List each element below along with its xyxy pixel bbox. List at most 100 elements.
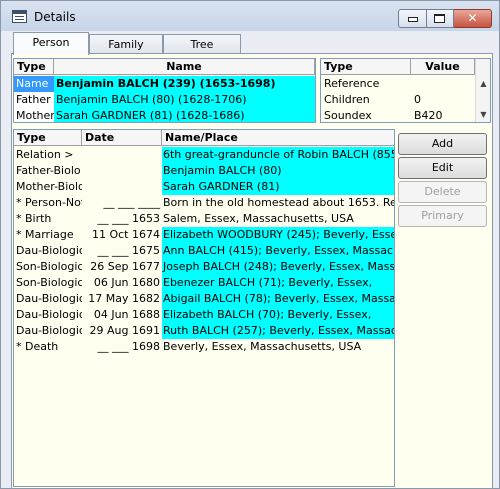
event-name-place: Joseph BALCH (248); Beverly, Essex, Mass… (162, 259, 394, 275)
column-header-type[interactable]: Type (321, 59, 411, 74)
event-row[interactable]: Dau-Biologic 29 Aug 1691 Ruth BALCH (257);… (14, 323, 394, 339)
relationship-name: Benjamin BALCH (80) (1628-1706) (54, 92, 315, 108)
event-date: __ ___ 1653 (97, 212, 161, 225)
tab-family[interactable]: Family (89, 34, 163, 55)
event-name-place: Ann BALCH (415); Beverly, Essex, Massach… (162, 243, 394, 259)
event-row[interactable]: Son-Biologic 06 Jun 1680 Ebenezer BALCH (7… (14, 275, 394, 291)
event-name-place: Beverly, Essex, Massachusetts, USA (163, 340, 362, 353)
attribute-type: Children (324, 93, 370, 106)
event-date: __ ___ ____ (103, 196, 161, 209)
event-type: Dau-Biologic (16, 292, 82, 305)
relationship-type: Mother (16, 109, 54, 122)
maximize-button[interactable] (427, 9, 454, 28)
relationship-row-father[interactable]: Father Benjamin BALCH (80) (1628-1706) (14, 92, 315, 108)
tab-tree[interactable]: Tree (163, 34, 241, 55)
column-header-type[interactable]: Type (14, 59, 54, 74)
close-button[interactable]: ✕ (454, 9, 492, 28)
event-row[interactable]: * Birth __ ___ 1653 Salem, Essex, Massachu… (14, 211, 394, 227)
column-header-type[interactable]: Type (14, 130, 82, 145)
event-type: Dau-Biologic (16, 244, 82, 257)
tab-strip: Person Family Tree (11, 32, 491, 55)
event-type: Son-Biologic (16, 276, 82, 289)
event-date: __ ___ 1698 (97, 340, 161, 353)
attribute-type: Soundex (324, 109, 372, 122)
event-row[interactable]: * Death __ ___ 1698 Beverly, Essex, Massac… (14, 339, 394, 355)
relationship-name: Sarah GARDNER (81) (1628-1686) (54, 108, 315, 122)
window-controls: ✕ (398, 9, 492, 29)
event-date: __ ___ 1675 (97, 244, 161, 257)
add-button[interactable]: Add (398, 133, 487, 155)
event-date: 29 Aug 1691 (89, 324, 160, 337)
title-bar[interactable]: Details ✕ (1, 1, 499, 31)
event-date: 26 Sep 1677 (90, 260, 160, 273)
event-row[interactable]: Son-Biologic 26 Sep 1677 Joseph BALCH (248… (14, 259, 394, 275)
event-type: Dau-Biologic (16, 308, 82, 321)
column-header-date[interactable]: Date (82, 130, 162, 145)
event-type: * Death (16, 340, 59, 353)
event-name-place: Ebenezer BALCH (71); Beverly, Essex, (162, 275, 394, 291)
event-type: Son-Biologic (16, 260, 82, 273)
relationship-type: Father (16, 93, 51, 106)
tab-person[interactable]: Person (13, 32, 89, 55)
attribute-row[interactable]: Reference (321, 76, 475, 92)
relationships-grid[interactable]: Type Name Name Benjamin BALCH (239) (165… (13, 58, 316, 123)
close-icon: ✕ (467, 11, 478, 25)
window-title: Details (34, 10, 76, 24)
event-name-place: Abigail BALCH (78); Beverly, Essex, Mass… (162, 291, 394, 307)
attribute-value: B420 (414, 109, 443, 122)
attribute-value: 0 (414, 93, 421, 106)
event-row[interactable]: Dau-Biologic __ ___ 1675 Ann BALCH (415); … (14, 243, 394, 259)
events-grid[interactable]: Type Date Name/Place Relation > 6th great… (13, 129, 395, 487)
column-header-name-place[interactable]: Name/Place (162, 130, 394, 145)
event-name-place: Salem, Essex, Massachusetts, USA (163, 212, 354, 225)
event-name-place: Elizabeth BALCH (70); Beverly, Essex, (162, 307, 394, 323)
scroll-up-arrow-icon[interactable]: ▲ (476, 78, 490, 90)
event-name-place: Born in the old homestead about 1653. Re… (163, 196, 394, 209)
relationships-header: Type Name (14, 59, 315, 75)
scroll-down-arrow-icon[interactable]: ▼ (476, 109, 490, 121)
event-name-place: Benjamin BALCH (80) (162, 163, 394, 179)
attributes-grid[interactable]: Type Value Reference Children 0 Soundex … (320, 58, 491, 123)
event-type: Relation > (16, 148, 74, 161)
relationship-row-mother[interactable]: Mother Sarah GARDNER (81) (1628-1686) (14, 108, 315, 122)
event-type: * Birth (16, 212, 52, 225)
column-header-value[interactable]: Value (411, 59, 475, 74)
event-name-place: 6th great-granduncle of Robin BALCH (855… (162, 147, 394, 163)
primary-button[interactable]: Primary (398, 205, 487, 227)
column-header-name[interactable]: Name (54, 59, 315, 74)
edit-button[interactable]: Edit (398, 157, 487, 179)
event-row[interactable]: Father-Biolo Benjamin BALCH (80) (14, 163, 394, 179)
event-type: * Marriage (16, 228, 74, 241)
maximize-icon (434, 14, 445, 23)
event-row[interactable]: Mother-Biolo Sarah GARDNER (81) (14, 179, 394, 195)
event-row[interactable]: * Person-Not __ ___ ____ Born in the old h… (14, 195, 394, 211)
event-type: Dau-Biologic (16, 324, 82, 337)
event-row[interactable]: Relation > 6th great-granduncle of Robin … (14, 147, 394, 163)
event-date (82, 163, 162, 179)
event-date: 11 Oct 1674 (91, 228, 160, 241)
event-name-place: Sarah GARDNER (81) (162, 179, 394, 195)
event-name-place: Elizabeth WOODBURY (245); Beverly, Essex… (162, 227, 394, 243)
relationship-name: Benjamin BALCH (239) (1653-1698) (54, 76, 315, 92)
event-date (82, 179, 162, 195)
attribute-row[interactable]: Children 0 (321, 92, 475, 108)
attributes-header: Type Value (321, 59, 475, 75)
minimize-icon (408, 17, 418, 22)
event-row[interactable]: Dau-Biologic 17 May 1682 Abigail BALCH (78… (14, 291, 394, 307)
event-date: 06 Jun 1680 (93, 276, 160, 289)
delete-button[interactable]: Delete (398, 181, 487, 203)
minimize-button[interactable] (398, 9, 427, 28)
relationship-row-self[interactable]: Name Benjamin BALCH (239) (1653-1698) (14, 76, 315, 92)
attribute-value (411, 76, 475, 92)
details-window: Details ✕ Person Family Tree Type Name N… (0, 0, 500, 489)
events-header: Type Date Name/Place (14, 130, 394, 146)
event-date (82, 147, 162, 163)
event-type: * Person-Not (16, 196, 82, 209)
relationship-type: Name (14, 76, 54, 92)
attribute-type: Reference (324, 77, 380, 90)
event-date: 04 Jun 1688 (93, 308, 160, 321)
event-row[interactable]: Dau-Biologic 04 Jun 1688 Elizabeth BALCH (… (14, 307, 394, 323)
attributes-scrollbar[interactable]: ▲ ▼ (475, 59, 490, 122)
event-row[interactable]: * Marriage 11 Oct 1674 Elizabeth WOODBURY … (14, 227, 394, 243)
attribute-row[interactable]: Soundex B420 (321, 108, 475, 122)
